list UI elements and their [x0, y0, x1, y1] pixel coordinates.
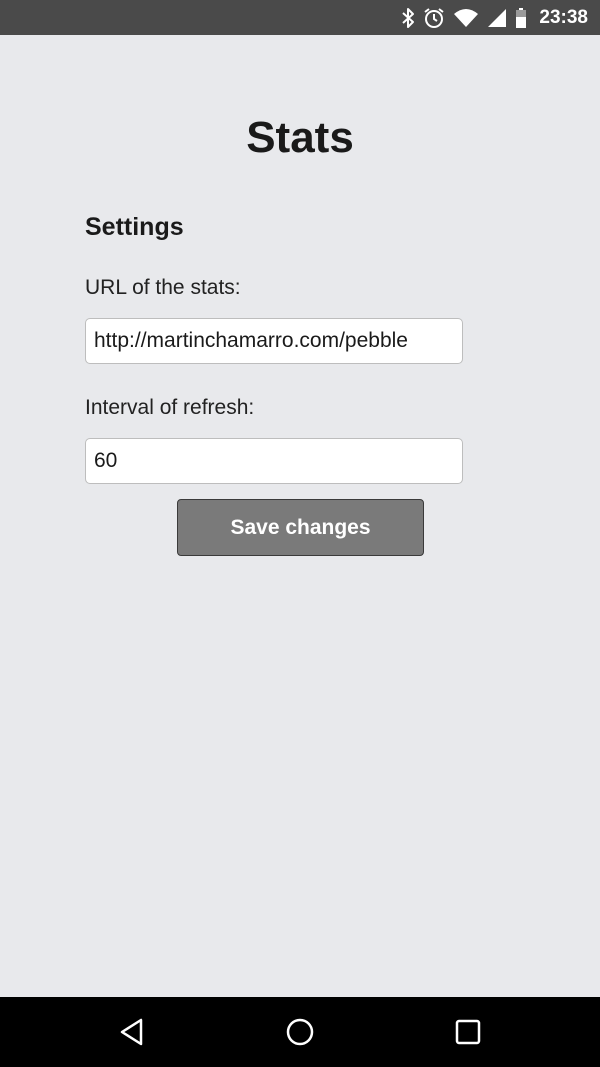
- url-input[interactable]: [85, 318, 463, 364]
- section-heading: Settings: [85, 213, 184, 241]
- interval-label: Interval of refresh:: [85, 396, 255, 419]
- back-icon[interactable]: [114, 1014, 150, 1050]
- navigation-bar: [0, 997, 600, 1067]
- home-icon[interactable]: [282, 1014, 318, 1050]
- signal-icon: [487, 8, 507, 28]
- status-icons: 23:38: [401, 0, 588, 35]
- settings-page: Stats Settings URL of the stats: Interva…: [0, 35, 600, 997]
- recents-icon[interactable]: [450, 1014, 486, 1050]
- save-changes-button[interactable]: Save changes: [177, 499, 424, 556]
- status-clock: 23:38: [539, 6, 588, 28]
- alarm-icon: [423, 7, 445, 29]
- status-bar: 23:38: [0, 0, 600, 35]
- url-label: URL of the stats:: [85, 276, 241, 299]
- wifi-icon: [453, 8, 479, 28]
- page-title: Stats: [246, 113, 354, 162]
- interval-input[interactable]: [85, 438, 463, 484]
- bluetooth-icon: [401, 7, 415, 29]
- battery-icon: [515, 7, 527, 29]
